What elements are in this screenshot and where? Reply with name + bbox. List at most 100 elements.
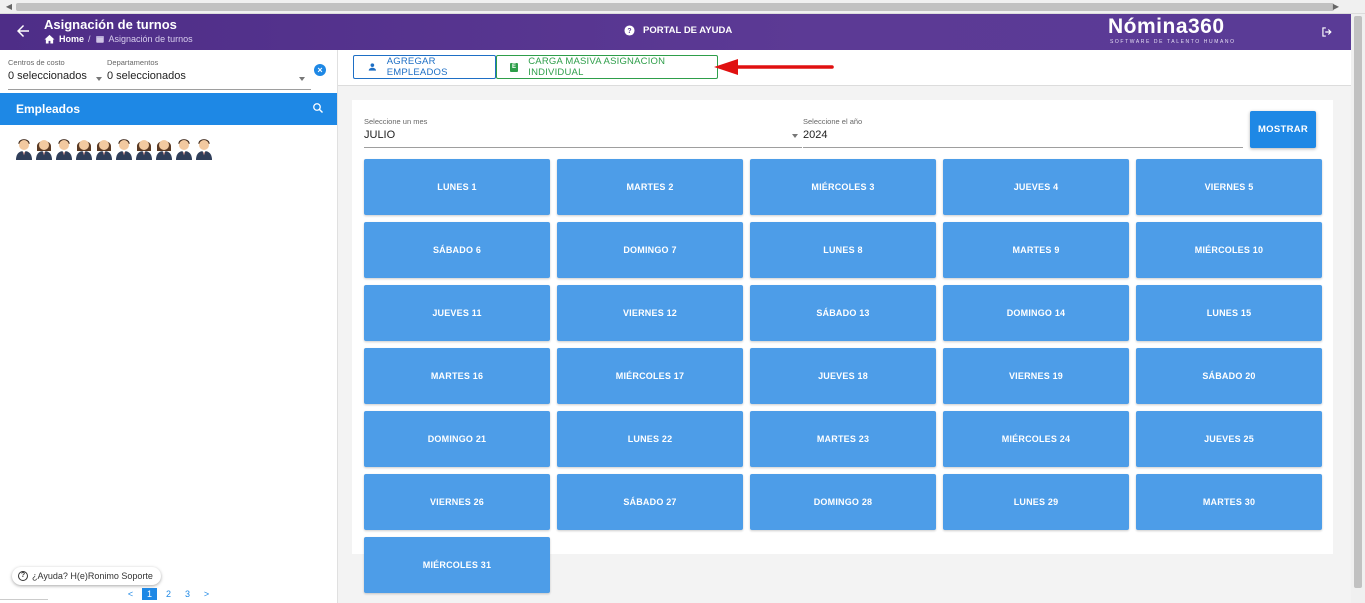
excel-icon: E bbox=[510, 62, 519, 72]
day-button[interactable]: SÁBADO 6 bbox=[364, 222, 550, 278]
female-employee-icon[interactable] bbox=[74, 136, 94, 160]
day-button[interactable]: VIERNES 12 bbox=[557, 285, 743, 341]
department-dropdown-icon[interactable] bbox=[299, 77, 305, 81]
add-employees-button[interactable]: AGREGAR EMPLEADOS bbox=[353, 55, 496, 79]
female-employee-icon[interactable] bbox=[134, 136, 154, 160]
day-button[interactable]: JUEVES 18 bbox=[750, 348, 936, 404]
employees-header: Empleados bbox=[0, 93, 337, 125]
back-arrow-icon[interactable] bbox=[14, 22, 32, 40]
day-button[interactable]: MARTES 30 bbox=[1136, 474, 1322, 530]
logout-icon[interactable] bbox=[1320, 25, 1334, 39]
cost-center-value: 0 seleccionados bbox=[8, 70, 87, 82]
svg-text:?: ? bbox=[627, 28, 631, 35]
day-button[interactable]: MARTES 23 bbox=[750, 411, 936, 467]
day-button[interactable]: DOMINGO 28 bbox=[750, 474, 936, 530]
male-employee-icon[interactable] bbox=[194, 136, 214, 160]
breadcrumb-separator: / bbox=[88, 34, 91, 44]
vertical-scrollbar[interactable] bbox=[1351, 14, 1365, 603]
department-select[interactable]: Departamentos 0 seleccionados bbox=[107, 58, 186, 82]
calendar-icon bbox=[95, 36, 104, 43]
year-select[interactable]: Seleccione el año 2024 bbox=[803, 117, 1243, 148]
pagination: < 1 2 3 > bbox=[123, 588, 214, 600]
day-button[interactable]: SÁBADO 27 bbox=[557, 474, 743, 530]
day-button[interactable]: LUNES 8 bbox=[750, 222, 936, 278]
cost-center-label: Centros de costo bbox=[8, 58, 65, 67]
day-button[interactable]: JUEVES 4 bbox=[943, 159, 1129, 215]
show-button[interactable]: MOSTRAR bbox=[1250, 111, 1316, 148]
day-button[interactable]: MIÉRCOLES 3 bbox=[750, 159, 936, 215]
breadcrumb-home[interactable]: Home bbox=[59, 34, 84, 44]
day-button[interactable]: JUEVES 25 bbox=[1136, 411, 1322, 467]
month-value: JULIO bbox=[364, 129, 396, 141]
bulk-upload-button[interactable]: E CARGA MASIVA ASIGNACION INDIVIDUAL bbox=[496, 55, 718, 79]
day-button[interactable]: MARTES 9 bbox=[943, 222, 1129, 278]
filter-bar: Centros de costo 0 seleccionados Departa… bbox=[8, 58, 311, 90]
day-button[interactable]: DOMINGO 21 bbox=[364, 411, 550, 467]
prev-page-icon[interactable]: < bbox=[123, 588, 138, 600]
day-button[interactable]: JUEVES 11 bbox=[364, 285, 550, 341]
day-button[interactable]: MIÉRCOLES 24 bbox=[943, 411, 1129, 467]
cost-center-dropdown-icon[interactable] bbox=[96, 77, 102, 81]
scroll-right-icon[interactable]: ▶ bbox=[1331, 2, 1341, 12]
month-label: Seleccione un mes bbox=[364, 117, 428, 126]
horizontal-scroll-thumb[interactable] bbox=[16, 3, 1334, 11]
male-employee-icon[interactable] bbox=[14, 136, 34, 160]
page-2[interactable]: 2 bbox=[161, 588, 176, 600]
year-value: 2024 bbox=[803, 129, 828, 141]
brand-tagline: SOFTWARE DE TALENTO HUMANO bbox=[1110, 39, 1236, 45]
page-3[interactable]: 3 bbox=[180, 588, 195, 600]
clear-filters-icon[interactable]: × bbox=[314, 64, 326, 76]
day-button[interactable]: MIÉRCOLES 10 bbox=[1136, 222, 1322, 278]
day-button[interactable]: MIÉRCOLES 17 bbox=[557, 348, 743, 404]
app-header: Asignación de turnos Home / Asignación d… bbox=[0, 14, 1351, 50]
female-employee-icon[interactable] bbox=[94, 136, 114, 160]
page-title: Asignación de turnos bbox=[44, 17, 177, 32]
day-button[interactable]: LUNES 15 bbox=[1136, 285, 1322, 341]
support-chat-button[interactable]: ? ¿Ayuda? H(e)Ronimo Soporte bbox=[12, 567, 161, 585]
day-button[interactable]: MARTES 2 bbox=[557, 159, 743, 215]
male-employee-icon[interactable] bbox=[54, 136, 74, 160]
day-button[interactable]: VIERNES 5 bbox=[1136, 159, 1322, 215]
person-icon bbox=[368, 63, 376, 71]
day-button[interactable]: MARTES 16 bbox=[364, 348, 550, 404]
help-portal-link[interactable]: ? PORTAL DE AYUDA bbox=[624, 25, 732, 36]
add-employees-label: AGREGAR EMPLEADOS bbox=[386, 56, 448, 78]
help-icon: ? bbox=[18, 571, 28, 581]
bottom-divider bbox=[0, 599, 48, 600]
employee-list bbox=[14, 136, 214, 180]
male-employee-icon[interactable] bbox=[114, 136, 134, 160]
day-button[interactable]: SÁBADO 20 bbox=[1136, 348, 1322, 404]
day-button[interactable]: LUNES 1 bbox=[364, 159, 550, 215]
day-button[interactable]: VIERNES 19 bbox=[943, 348, 1129, 404]
search-icon[interactable] bbox=[312, 102, 324, 114]
department-value: 0 seleccionados bbox=[107, 70, 186, 82]
day-button[interactable]: MIÉRCOLES 31 bbox=[364, 537, 550, 593]
day-button[interactable]: DOMINGO 14 bbox=[943, 285, 1129, 341]
day-button[interactable]: VIERNES 26 bbox=[364, 474, 550, 530]
horizontal-scrollbar[interactable]: ◀ ▶ bbox=[0, 0, 1365, 14]
day-button[interactable]: LUNES 22 bbox=[557, 411, 743, 467]
cost-center-select[interactable]: Centros de costo 0 seleccionados bbox=[8, 58, 87, 82]
female-employee-icon[interactable] bbox=[34, 136, 54, 160]
employees-sidebar: Centros de costo 0 seleccionados Departa… bbox=[0, 50, 338, 603]
home-icon bbox=[44, 34, 55, 44]
vertical-scroll-thumb[interactable] bbox=[1354, 16, 1362, 588]
page-1[interactable]: 1 bbox=[142, 588, 157, 600]
bulk-upload-label: CARGA MASIVA ASIGNACION INDIVIDUAL bbox=[528, 56, 666, 78]
day-button[interactable]: SÁBADO 13 bbox=[750, 285, 936, 341]
day-button[interactable]: LUNES 29 bbox=[943, 474, 1129, 530]
employees-title: Empleados bbox=[16, 102, 81, 116]
male-employee-icon[interactable] bbox=[174, 136, 194, 160]
female-employee-icon[interactable] bbox=[154, 136, 174, 160]
month-select[interactable]: Seleccione un mes JULIO bbox=[364, 117, 802, 148]
help-circle-icon: ? bbox=[624, 25, 635, 36]
day-button[interactable]: DOMINGO 7 bbox=[557, 222, 743, 278]
brand-logo: Nómina360 bbox=[1108, 15, 1225, 38]
next-page-icon[interactable]: > bbox=[199, 588, 214, 600]
main-toolbar: AGREGAR EMPLEADOS E CARGA MASIVA ASIGNAC… bbox=[338, 50, 1351, 86]
month-dropdown-icon[interactable] bbox=[792, 134, 798, 138]
days-grid: LUNES 1 MARTES 2 MIÉRCOLES 3 JUEVES 4 VIERNE… bbox=[364, 159, 1322, 593]
scroll-left-icon[interactable]: ◀ bbox=[4, 2, 14, 12]
breadcrumb-current: Asignación de turnos bbox=[108, 34, 193, 44]
department-label: Departamentos bbox=[107, 58, 159, 67]
